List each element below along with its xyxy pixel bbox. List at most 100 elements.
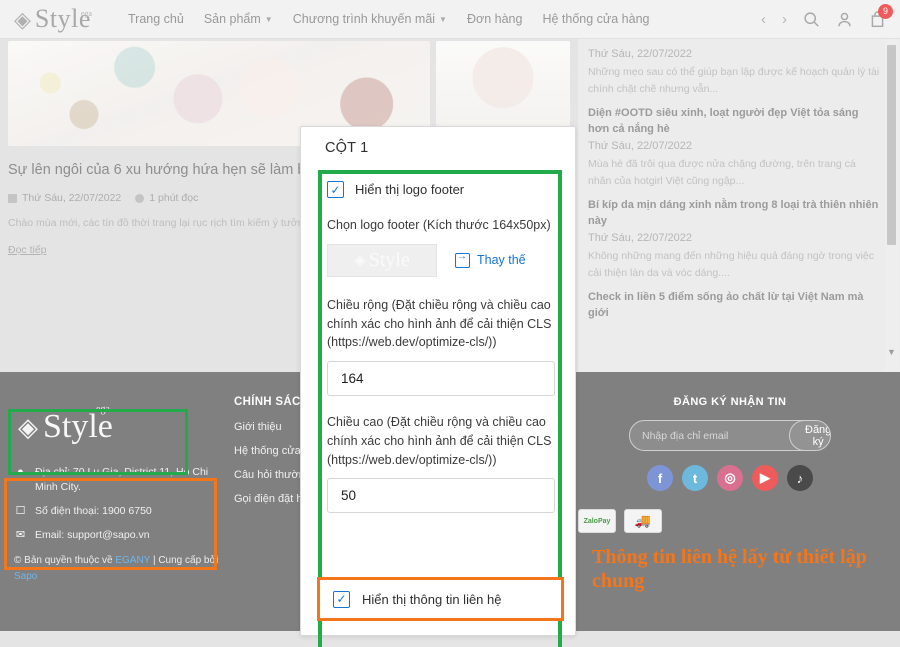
- main-nav: Trang chủ Sản phẩm ▼ Chương trình khuyến…: [128, 12, 761, 26]
- nav-item-orders[interactable]: Đơn hàng: [467, 12, 522, 26]
- article-date-text: Thứ Sáu, 22/07/2022: [22, 192, 122, 204]
- footer-brand-superscript: ega: [96, 404, 110, 415]
- newsletter-email-input[interactable]: [630, 429, 789, 442]
- shipping-chip: 🚚: [624, 509, 662, 533]
- footer-copyright: © Bản quyền thuộc về EGANY | Cung cấp bở…: [14, 553, 222, 584]
- article-date: Thứ Sáu, 22/07/2022: [8, 192, 121, 204]
- contact-email: ✉ Email: support@sapo.vn: [14, 528, 222, 544]
- egany-link[interactable]: EGANY: [115, 555, 150, 566]
- diamond-icon: ◈: [354, 252, 366, 270]
- tiktok-icon[interactable]: ♪: [787, 465, 813, 491]
- list-item[interactable]: Bí kíp da mịn dáng xinh nằm trong 8 loại…: [588, 198, 882, 282]
- youtube-icon[interactable]: ▶: [752, 465, 778, 491]
- site-logo[interactable]: ◈ Style ega: [14, 4, 106, 34]
- rail-date: Thứ Sáu, 22/07/2022: [588, 140, 692, 153]
- cart-count-badge: 9: [878, 3, 893, 19]
- logo-field-label: Chọn logo footer (Kích thước 164x50px): [327, 218, 551, 232]
- footer-brand-name: Style ega: [43, 404, 113, 446]
- rail-date: Thứ Sáu, 22/07/2022: [588, 48, 692, 60]
- newsletter-form: Đăng ký: [629, 420, 831, 451]
- article-readtime: 1 phút đọc: [135, 192, 198, 204]
- search-icon[interactable]: [803, 11, 820, 28]
- contact-phone: ☐ Số điện thoại: 1900 6750: [14, 504, 222, 520]
- panel-title: CỘT 1: [325, 140, 369, 156]
- nav-label: Hệ thống cửa hàng: [542, 12, 650, 26]
- show-contact-info-checkbox[interactable]: ✓: [333, 590, 350, 608]
- width-input[interactable]: [327, 361, 555, 396]
- settings-panel: CỘT 1 ✓ Hiển thị logo footer Chọn logo f…: [300, 126, 576, 647]
- show-logo-footer-row[interactable]: ✓ Hiển thị logo footer: [327, 181, 557, 198]
- diamond-icon: ◈: [18, 412, 38, 442]
- diamond-icon: ◈: [14, 7, 31, 32]
- nav-item-home[interactable]: Trang chủ: [128, 12, 184, 26]
- rail-heading[interactable]: Diện #OOTD siêu xinh, loạt người đẹp Việ…: [588, 106, 882, 137]
- rail-excerpt: Mùa hè đã trôi qua được nửa chặng đường,…: [588, 158, 856, 188]
- account-icon[interactable]: [836, 11, 853, 28]
- site-header: ◈ Style ega Trang chủ Sản phẩm ▼ Chương …: [0, 0, 900, 39]
- list-item[interactable]: Thứ Sáu, 22/07/2022 Những mẹo sau có thể…: [588, 48, 882, 98]
- footer-newsletter-column: ĐĂNG KÝ NHẬN TIN Đăng ký f t ◎ ▶ ♪ ZaloP…: [552, 388, 882, 631]
- header-icons: ‹ › 9: [761, 3, 893, 28]
- copyright-prefix: © Bản quyền thuộc về: [14, 555, 116, 567]
- chevron-down-icon: ▼: [264, 14, 273, 24]
- logo-preview-text: Style: [368, 248, 410, 271]
- newsletter-heading: ĐĂNG KÝ NHẬN TIN: [673, 396, 787, 408]
- location-pin-icon: ●: [17, 466, 24, 478]
- twitter-icon[interactable]: t: [682, 465, 708, 491]
- cart-icon[interactable]: 9: [869, 3, 893, 28]
- list-item[interactable]: Check in liền 5 điểm sống ảo chất lừ tại…: [588, 290, 882, 321]
- footer-logo: ◈ Style ega: [14, 396, 188, 458]
- height-field-label: Chiều cao (Đặt chiều rộng và chiều cao c…: [327, 415, 552, 467]
- prev-arrow-icon[interactable]: ‹: [761, 11, 766, 28]
- next-arrow-icon[interactable]: ›: [782, 11, 787, 28]
- scroll-down-arrow-icon[interactable]: ▼: [886, 347, 897, 358]
- contact-address-text: Địa chỉ: 70 Lu Gia, District 11, Ho Chi …: [35, 466, 209, 493]
- article-readtime-text: 1 phút đọc: [149, 192, 199, 204]
- replace-logo-button[interactable]: Thay thế: [455, 251, 526, 268]
- scrollbar-thumb[interactable]: [887, 45, 896, 245]
- social-links: f t ◎ ▶ ♪: [578, 465, 882, 491]
- panel-fields: ✓ Hiển thị logo footer Chọn logo footer …: [327, 181, 557, 530]
- nav-item-products[interactable]: Sản phẩm ▼: [204, 12, 273, 26]
- nav-label: Trang chủ: [127, 12, 184, 26]
- copyright-middle: | Cung cấp bởi: [150, 555, 219, 567]
- nav-label: Đơn hàng: [466, 12, 523, 26]
- rail-excerpt: Không những mang đến những hiệu quả đáng…: [588, 250, 874, 280]
- screenshot-root: ◈ Style ega Trang chủ Sản phẩm ▼ Chương …: [0, 0, 900, 647]
- height-input[interactable]: [327, 478, 555, 514]
- clock-icon: [135, 193, 145, 203]
- width-field-label: Chiều rộng (Đặt chiều rộng và chiều cao …: [327, 297, 552, 350]
- list-item[interactable]: Diện #OOTD siêu xinh, loạt người đẹp Việ…: [588, 106, 882, 190]
- show-contact-info-label: Hiển thị thông tin liên hệ: [362, 591, 502, 607]
- contact-address: ● Địa chỉ: 70 Lu Gia, District 11, Ho Ch…: [14, 465, 222, 495]
- rail-date: Thứ Sáu, 22/07/2022: [588, 232, 692, 245]
- footer-brand-column: ◈ Style ega ● Địa chỉ: 70 Lu Gia, Distri…: [0, 388, 222, 631]
- logo-picker-row: ◈ Style Thay thế: [327, 243, 557, 277]
- nav-label: Sản phẩm: [203, 12, 261, 26]
- show-contact-info-row[interactable]: ✓ Hiển thị thông tin liên hệ: [317, 577, 564, 621]
- replace-logo-label: Thay thế: [477, 253, 526, 268]
- show-logo-footer-checkbox[interactable]: ✓: [327, 181, 344, 198]
- rail-heading[interactable]: Check in liền 5 điểm sống ảo chất lừ tại…: [588, 290, 882, 321]
- show-logo-footer-label: Hiển thị logo footer: [355, 182, 465, 197]
- mail-icon: ✉: [15, 529, 26, 542]
- rail-heading[interactable]: Bí kíp da mịn dáng xinh nằm trong 8 loại…: [588, 198, 882, 229]
- rail-excerpt: Những mẹo sau có thể giúp bạn lập được k…: [588, 66, 880, 95]
- logo-preview-thumbnail[interactable]: ◈ Style: [327, 243, 437, 277]
- brand-superscript: ega: [80, 9, 92, 18]
- facebook-icon[interactable]: f: [647, 465, 673, 491]
- chevron-down-icon: ▼: [439, 14, 447, 24]
- nav-label: Chương trình khuyến mãi: [292, 12, 436, 26]
- instagram-icon[interactable]: ◎: [717, 465, 743, 491]
- sapo-link[interactable]: Sapo: [14, 571, 37, 582]
- zalopay-chip: ZaloPay: [578, 509, 616, 533]
- payment-badges: ZaloPay 🚚: [578, 509, 882, 533]
- article-rail: Thứ Sáu, 22/07/2022 Những mẹo sau có thể…: [578, 39, 900, 379]
- calendar-icon: [8, 193, 17, 203]
- contact-phone-text: Số điện thoại: 1900 6750: [35, 504, 152, 517]
- nav-item-stores[interactable]: Hệ thống cửa hàng: [542, 12, 649, 26]
- nav-item-promotions[interactable]: Chương trình khuyến mãi ▼: [293, 12, 447, 26]
- annotation-text: Thông tin liên hệ lấy từ thiết lập chung: [592, 546, 867, 593]
- scrollbar[interactable]: ▼: [885, 39, 898, 374]
- newsletter-subscribe-button[interactable]: Đăng ký: [789, 421, 830, 450]
